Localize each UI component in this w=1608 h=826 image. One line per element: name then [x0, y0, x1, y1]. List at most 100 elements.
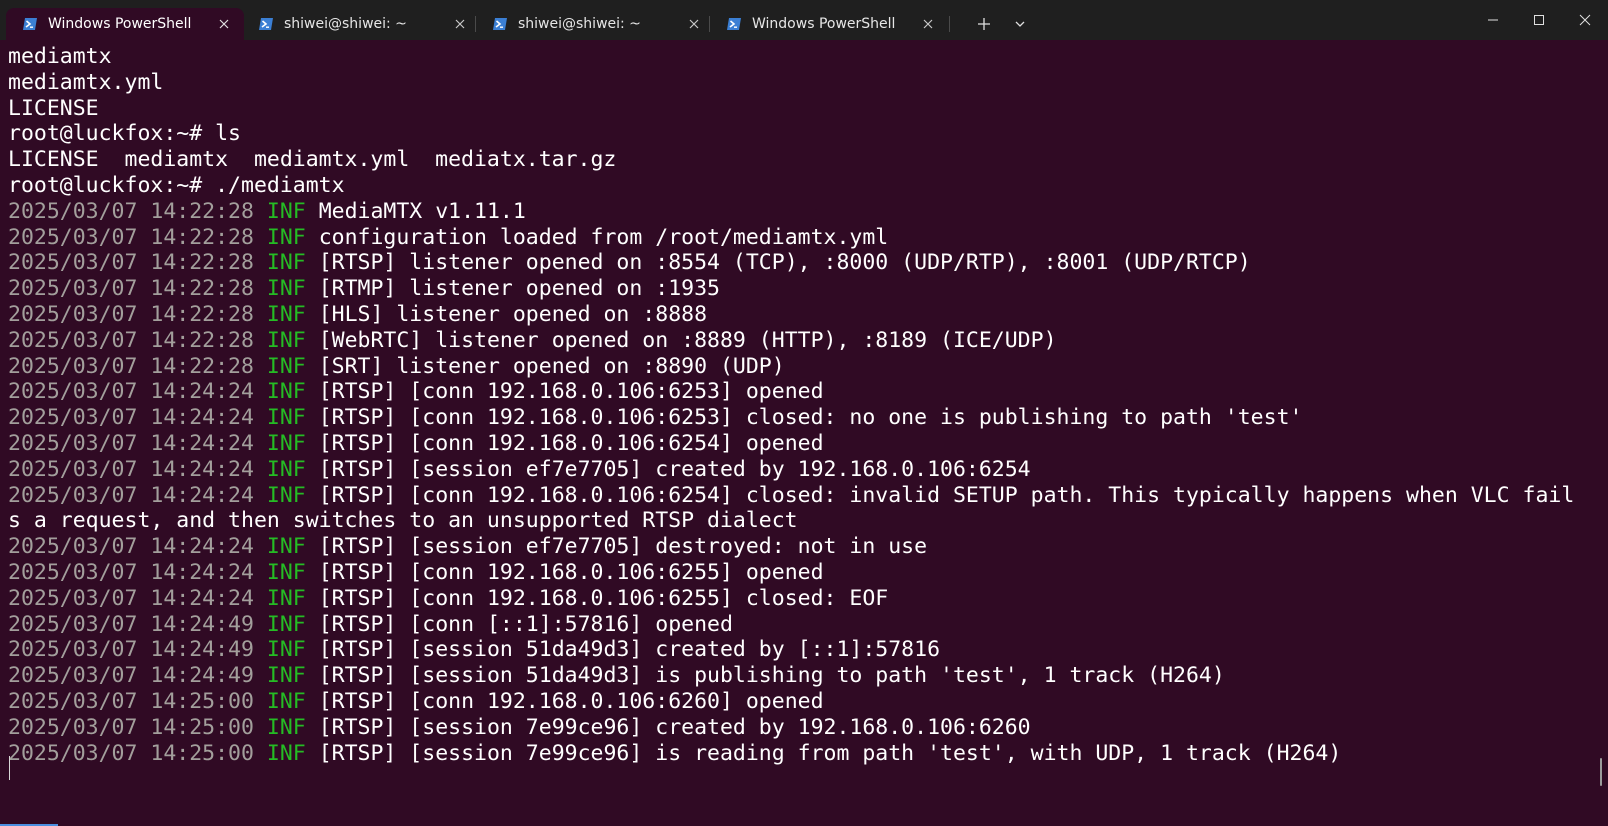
tab-label: shiwei@shiwei: ~ — [284, 16, 407, 32]
terminal-line: 2025/03/07 14:22:28 INF MediaMTX v1.11.1 — [8, 199, 1600, 225]
terminal-line: LICENSE — [8, 96, 1600, 122]
log-level: INF — [266, 611, 306, 637]
log-level: INF — [266, 456, 306, 482]
terminal-line: 2025/03/07 14:24:24 INF [RTSP] [session … — [8, 457, 1600, 483]
output-text: LICENSE — [8, 95, 99, 121]
log-message: [RTSP] [conn [::1]:57816] opened — [318, 611, 733, 637]
tab-label: shiwei@shiwei: ~ — [518, 16, 641, 32]
log-timestamp: 2025/03/07 14:25:00 — [8, 688, 254, 714]
terminal-output: mediamtx mediamtx.yml LICENSE root@luckfox:… — [8, 44, 1600, 766]
minimize-button[interactable] — [1470, 6, 1516, 34]
log-level: INF — [266, 250, 306, 276]
log-level: INF — [266, 430, 306, 456]
terminal-pane[interactable]: mediamtx mediamtx.yml LICENSE root@luckfox:… — [0, 40, 1608, 826]
log-timestamp: 2025/03/07 14:22:28 — [8, 301, 254, 327]
terminal-line: 2025/03/07 14:25:00 INF [RTSP] [conn 192… — [8, 689, 1600, 715]
log-message: [RTSP] [session 7e99ce96] is reading fro… — [318, 740, 1342, 766]
log-timestamp: 2025/03/07 14:22:28 — [8, 198, 254, 224]
terminal-line: 2025/03/07 14:24:24 INF [RTSP] [conn 192… — [8, 431, 1600, 457]
log-message: [RTSP] [conn 192.168.0.106:6253] opened — [318, 379, 824, 405]
close-tab-icon[interactable] — [216, 16, 232, 32]
tab-windows-powershell-2[interactable]: Windows PowerShell — [710, 8, 948, 40]
tab-dropdown-button[interactable] — [1008, 14, 1032, 34]
output-text: LICENSE mediamtx mediamtx.yml mediatx.ta… — [8, 147, 617, 173]
close-window-button[interactable] — [1562, 6, 1608, 34]
log-level: INF — [266, 198, 306, 224]
output-text: root@luckfox:~# ls — [8, 121, 241, 147]
log-level: INF — [266, 663, 306, 689]
log-timestamp: 2025/03/07 14:24:24 — [8, 559, 254, 585]
terminal-line: mediamtx — [8, 44, 1600, 70]
log-timestamp: 2025/03/07 14:22:28 — [8, 353, 254, 379]
maximize-button[interactable] — [1516, 6, 1562, 34]
log-message: [RTSP] [conn 192.168.0.106:6260] opened — [318, 688, 824, 714]
terminal-line: s a request, and then switches to an uns… — [8, 508, 1600, 534]
terminal-line: 2025/03/07 14:22:28 INF [SRT] listener o… — [8, 354, 1600, 380]
log-timestamp: 2025/03/07 14:24:49 — [8, 637, 254, 663]
title-bar: Windows PowerShell shiwei@shiwei: ~ shiw… — [0, 0, 1608, 40]
terminal-line: mediamtx.yml — [8, 70, 1600, 96]
plus-icon — [978, 18, 990, 30]
log-message: [WebRTC] listener opened on :8889 (HTTP)… — [318, 327, 1057, 353]
terminal-line: 2025/03/07 14:24:49 INF [RTSP] [session … — [8, 663, 1600, 689]
terminal-line: 2025/03/07 14:24:49 INF [RTSP] [session … — [8, 637, 1600, 663]
terminal-line: root@luckfox:~# ls — [8, 121, 1600, 147]
log-level: INF — [266, 379, 306, 405]
powershell-icon — [493, 18, 507, 30]
scrollbar-thumb[interactable] — [1600, 758, 1602, 786]
log-message: [RTSP] [session 51da49d3] created by [::… — [318, 637, 941, 663]
terminal-line: 2025/03/07 14:25:00 INF [RTSP] [session … — [8, 741, 1600, 767]
output-text: root@luckfox:~# ./mediamtx — [8, 172, 345, 198]
terminal-line: 2025/03/07 14:24:49 INF [RTSP] [conn [::… — [8, 612, 1600, 638]
log-timestamp: 2025/03/07 14:24:24 — [8, 482, 254, 508]
log-timestamp: 2025/03/07 14:22:28 — [8, 327, 254, 353]
log-message: [RTSP] [conn 192.168.0.106:6254] closed:… — [318, 482, 1575, 508]
close-tab-icon[interactable] — [686, 16, 702, 32]
log-message: [RTSP] [conn 192.168.0.106:6253] closed:… — [318, 405, 1303, 431]
powershell-icon — [23, 18, 37, 30]
log-level: INF — [266, 405, 306, 431]
log-message: [RTSP] listener opened on :8554 (TCP), :… — [318, 250, 1251, 276]
tab-shiwei-ssh-2[interactable]: shiwei@shiwei: ~ — [476, 8, 714, 40]
powershell-icon — [259, 18, 273, 30]
log-level: INF — [266, 559, 306, 585]
new-tab-button[interactable] — [972, 14, 996, 34]
log-level: INF — [266, 224, 306, 250]
log-message: [RTSP] [conn 192.168.0.106:6255] opened — [318, 559, 824, 585]
log-timestamp: 2025/03/07 14:24:49 — [8, 611, 254, 637]
log-message: configuration loaded from /root/mediamtx… — [318, 224, 889, 250]
log-level: INF — [266, 637, 306, 663]
terminal-line: 2025/03/07 14:22:28 INF [RTSP] listener … — [8, 250, 1600, 276]
log-message: [RTSP] [conn 192.168.0.106:6255] closed:… — [318, 585, 889, 611]
terminal-line: 2025/03/07 14:22:28 INF [RTMP] listener … — [8, 276, 1600, 302]
log-message: MediaMTX v1.11.1 — [318, 198, 526, 224]
log-timestamp: 2025/03/07 14:24:49 — [8, 663, 254, 689]
log-level: INF — [266, 482, 306, 508]
close-tab-icon[interactable] — [452, 16, 468, 32]
terminal-line: 2025/03/07 14:22:28 INF configuration lo… — [8, 225, 1600, 251]
output-text: mediamtx.yml — [8, 69, 164, 95]
terminal-line: 2025/03/07 14:24:24 INF [RTSP] [conn 192… — [8, 379, 1600, 405]
log-message: [HLS] listener opened on :8888 — [318, 301, 708, 327]
log-level: INF — [266, 327, 306, 353]
maximize-icon — [1534, 15, 1544, 25]
log-message: [RTSP] [session 7e99ce96] created by 192… — [318, 714, 1031, 740]
log-timestamp: 2025/03/07 14:24:24 — [8, 585, 254, 611]
output-text: mediamtx — [8, 44, 112, 69]
close-tab-icon[interactable] — [920, 16, 936, 32]
log-timestamp: 2025/03/07 14:24:24 — [8, 456, 254, 482]
log-timestamp: 2025/03/07 14:24:24 — [8, 405, 254, 431]
chevron-down-icon — [1015, 21, 1025, 27]
log-level: INF — [266, 688, 306, 714]
log-message: [RTSP] [session 51da49d3] is publishing … — [318, 663, 1225, 689]
tab-label: Windows PowerShell — [48, 16, 192, 32]
log-message: [RTSP] [session ef7e7705] created by 192… — [318, 456, 1031, 482]
log-timestamp: 2025/03/07 14:22:28 — [8, 224, 254, 250]
terminal-line: 2025/03/07 14:22:28 INF [HLS] listener o… — [8, 302, 1600, 328]
terminal-line: 2025/03/07 14:24:24 INF [RTSP] [conn 192… — [8, 586, 1600, 612]
tab-shiwei-ssh-1[interactable]: shiwei@shiwei: ~ — [242, 8, 480, 40]
terminal-line: LICENSE mediamtx mediamtx.yml mediatx.ta… — [8, 147, 1600, 173]
tab-windows-powershell-1[interactable]: Windows PowerShell — [6, 8, 244, 40]
log-timestamp: 2025/03/07 14:24:24 — [8, 379, 254, 405]
log-level: INF — [266, 585, 306, 611]
